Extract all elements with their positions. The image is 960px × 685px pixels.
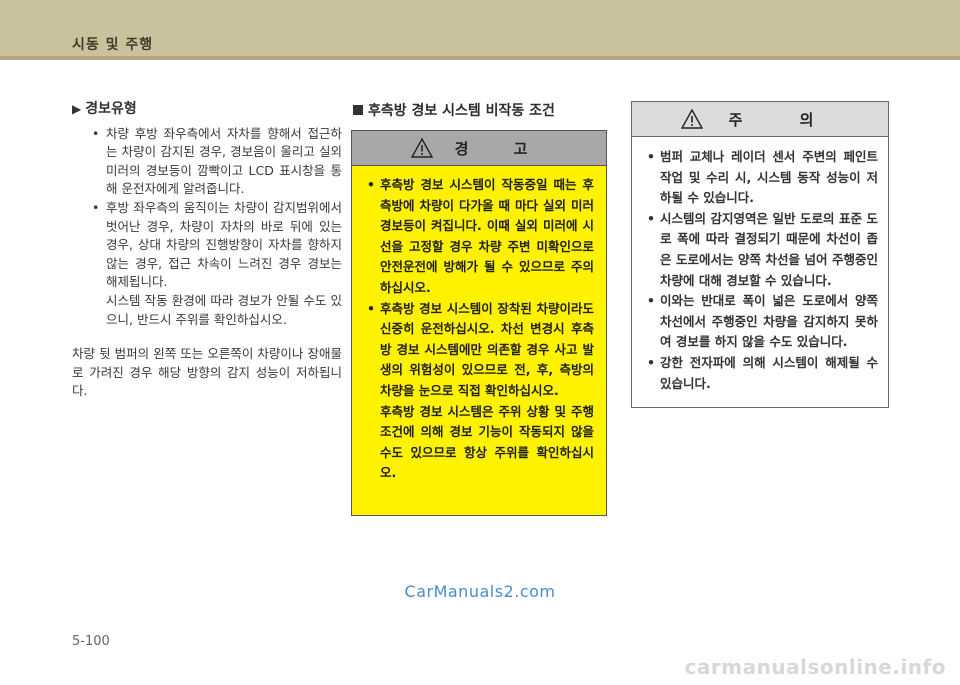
caution-header: 주 의 (632, 102, 888, 137)
middle-column: 후측방 경보 시스템 비작동 조건 경 고 후측방 경보 시스템이 작동중일 때… (351, 100, 609, 516)
warning-body: 후측방 경보 시스템이 작동중일 때는 후측방에 차량이 다가올 때 마다 실외… (352, 166, 606, 484)
caution-label: 주 의 (728, 110, 840, 129)
warning-box: 경 고 후측방 경보 시스템이 작동중일 때는 후측방에 차량이 다가올 때 마… (351, 130, 607, 516)
header-divider (0, 56, 960, 60)
triangle-bullet-icon: ▶ (72, 102, 82, 116)
subsection-title: ▶ 경보유형 (72, 101, 137, 117)
left-column: ▶경보유형 차량 후방 좌우측에서 자차를 향해서 접근하는 차량이 감지된 경… (72, 100, 342, 401)
caution-body: 범퍼 교체나 레이더 센서 주변의 페인트 작업 및 수리 시, 시스템 동작 … (632, 137, 888, 394)
list-item-continuation: 시스템 작동 환경에 따라 경보가 안될 수도 있으니, 반드시 주위를 확인하… (106, 292, 342, 327)
list-item: 후방 좌우측의 움직이는 차량이 감지범위에서 벗어난 경우, 차량이 자차의 … (72, 199, 342, 292)
caution-box: 주 의 범퍼 교체나 레이더 센서 주변의 페인트 작업 및 수리 시, 시스템… (631, 101, 889, 408)
warning-label: 경 고 (454, 139, 548, 158)
watermark-link[interactable]: CarManuals2.com (0, 582, 960, 601)
section-title: 후측방 경보 시스템 비작동 조건 (353, 100, 609, 120)
caution-list: 범퍼 교체나 레이더 센서 주변의 페인트 작업 및 수리 시, 시스템 동작 … (642, 147, 878, 394)
footer-watermark: carmanualsonline.info (684, 655, 946, 679)
warning-header: 경 고 (352, 131, 606, 166)
list-item: 시스템의 감지영역은 일반 도로의 표준 도로 폭에 따라 결정되기 때문에 차… (642, 209, 878, 291)
list-item: 범퍼 교체나 레이더 센서 주변의 페인트 작업 및 수리 시, 시스템 동작 … (642, 147, 878, 209)
list-item: 강한 전자파에 의해 시스템이 해제될 수 있습니다. (642, 353, 878, 394)
warning-triangle-icon (410, 138, 433, 158)
chapter-title: 시동 및 주행 (72, 37, 154, 53)
list-item: 후측방 경보 시스템이 장착된 차량이라도 신중히 운전하십시오. 차선 변경시… (362, 299, 594, 402)
list-item: 차량 후방 좌우측에서 자차를 향해서 접근하는 차량이 감지된 경우, 경보음… (72, 125, 342, 199)
warning-list: 후측방 경보 시스템이 작동중일 때는 후측방에 차량이 다가올 때 마다 실외… (362, 175, 594, 402)
alert-type-list: 차량 후방 좌우측에서 자차를 향해서 접근하는 차량이 감지된 경우, 경보음… (72, 125, 342, 292)
list-item: 이와는 반대로 폭이 넓은 도로에서 양쪽 차선에서 주행중인 차량을 감지하지… (642, 291, 878, 353)
body-paragraph: 차량 뒷 범퍼의 왼쪽 또는 오른쪽이 차량이나 장애물로 가려진 경우 해당 … (72, 346, 342, 399)
list-item: 후측방 경보 시스템이 작동중일 때는 후측방에 차량이 다가올 때 마다 실외… (362, 175, 594, 299)
square-bullet-icon (353, 105, 363, 115)
caution-triangle-icon (680, 109, 703, 129)
page-number: 5-100 (72, 634, 110, 649)
list-item-continuation: 후측방 경보 시스템은 주위 상황 및 주행 조건에 의해 경보 기능이 작동되… (380, 403, 594, 481)
